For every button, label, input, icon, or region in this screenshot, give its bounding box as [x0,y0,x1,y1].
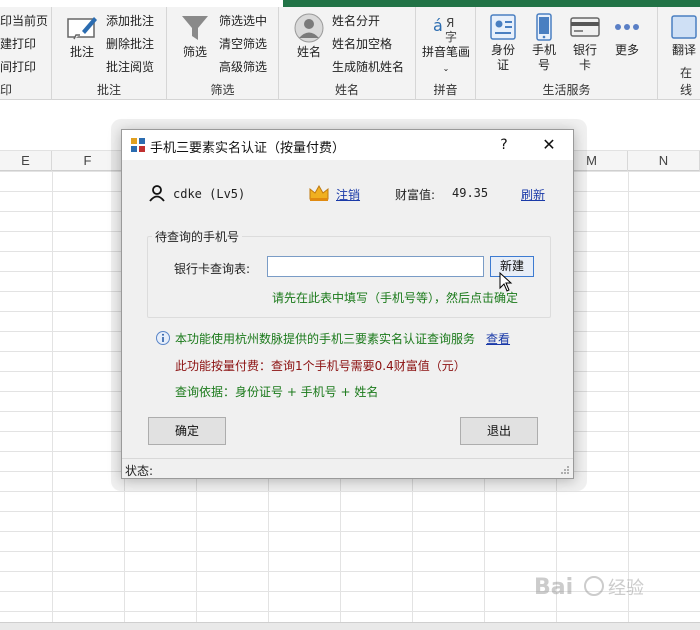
ribbon: 印当前页 建打印 间打印 印 批注 添加批注 删除批注 批注阅览 批注 筛选 筛… [0,7,700,100]
translate-button[interactable]: 翻译 [668,13,700,58]
delete-comment-button[interactable]: 删除批注 [106,36,154,52]
comment-review-button[interactable]: 批注阅览 [106,59,154,75]
funnel-icon [182,16,208,40]
translate-icon [671,15,697,39]
name-button[interactable]: 姓名 [291,13,327,60]
filter-button-label: 筛选 [182,45,207,59]
info-icon [156,331,170,345]
title-strip-green [283,0,700,7]
ribbon-group-name: 姓名 姓名分开 姓名加空格 生成随机姓名 姓名 [279,7,416,100]
ribbon-group-life-label: 生活服务 [542,83,591,97]
groupbox-title: 待查询的手机号 [152,228,243,245]
dialog-titlebar[interactable]: 手机三要素实名认证（按量付费） ? ✕ [122,130,573,160]
more-dots-icon [615,24,639,30]
advanced-filter-button[interactable]: 高级筛选 [219,59,267,75]
wealth-value: 49.35 [452,186,489,200]
print-current-page-button[interactable]: 印当前页 [0,13,48,29]
logout-link[interactable]: 注销 [336,186,360,203]
fee-text: 此功能按量付费：查询1个手机号需要0.4财富值（元） [175,359,466,373]
help-button[interactable]: ? [492,134,516,156]
title-strip [0,0,700,7]
user-icon [149,185,165,202]
pinyin-icon: á Я 字 [433,16,457,43]
add-comment-button[interactable]: 添加批注 [106,13,154,29]
ribbon-group-print-label: 印 [0,83,13,97]
name-add-space-button[interactable]: 姓名加空格 [332,36,392,52]
person-circle-icon [294,13,324,43]
sheet-bottom-bar [0,622,700,630]
ribbon-group-print: 印当前页 建打印 间打印 印 [0,7,52,100]
clear-filter-button[interactable]: 清空筛选 [219,36,267,52]
bank-card-label: 银行卡 [572,43,597,72]
more-label: 更多 [614,43,639,57]
name-button-label: 姓名 [296,45,321,59]
ribbon-group-pinyin: á Я 字 拼音笔画 ⌄ 拼音 [416,7,476,100]
translate-label: 翻译 [671,43,696,57]
status-label: 状态: [125,464,154,478]
dialog-statusbar: 状态: [122,458,573,478]
query-table-label: 银行卡查询表: [174,262,251,276]
filter-button[interactable]: 筛选 [177,13,213,60]
id-card-icon [490,14,516,40]
svg-text:经验: 经验 [608,578,644,599]
mobile-phone-icon [536,13,552,41]
ribbon-group-online-label: 在线 [680,66,693,97]
svg-text:á: á [433,16,443,35]
svg-text:字: 字 [445,29,457,43]
ribbon-group-comment-label: 批注 [96,83,121,97]
app-icon [131,138,145,152]
more-button[interactable]: 更多 [610,13,644,58]
id-card-button[interactable]: 身份证 [486,13,520,73]
exit-button[interactable]: 退出 [460,417,538,445]
user-info-row: cdke (Lv5) 注销 财富值: 49.35 刷新 [122,180,573,206]
svg-text:Я: Я [446,16,454,30]
ribbon-group-name-label: 姓名 [334,83,359,97]
print-build-button[interactable]: 建打印 [0,36,36,52]
comment-pen-icon [67,17,97,40]
comment-button-label: 批注 [69,45,94,59]
query-table-input[interactable] [267,256,484,277]
ribbon-group-filter: 筛选 筛选选中 清空筛选 高级筛选 筛选 [167,7,279,100]
phone-number-label: 手机号 [531,43,556,72]
dropdown-arrow-icon: ⌄ [442,64,450,73]
baidu-watermark-logo: Bai 经验 [534,575,644,600]
pinyin-stroke-label: 拼音笔画 [422,45,471,59]
column-header-n[interactable]: N [628,151,700,171]
dialog-title: 手机三要素实名认证（按量付费） [150,141,346,156]
ribbon-group-pinyin-label: 拼音 [433,83,458,97]
view-link[interactable]: 查看 [486,330,510,347]
user-name: cdke (Lv5) [173,187,246,201]
wealth-label: 财富值: [395,188,436,202]
resize-grip-icon[interactable] [560,465,570,475]
ribbon-group-comment: 批注 添加批注 删除批注 批注阅览 批注 [52,7,167,100]
ribbon-group-online: 翻译 在线 [658,7,700,100]
close-button[interactable]: ✕ [534,134,564,156]
random-name-button[interactable]: 生成随机姓名 [332,59,404,75]
phone-number-button[interactable]: 手机号 [528,13,560,73]
phone-verify-dialog: 手机三要素实名认证（按量付费） ? ✕ cdke (Lv5) 注销 财富值: 4… [121,129,574,479]
print-interval-button[interactable]: 间打印 [0,59,36,75]
split-name-button[interactable]: 姓名分开 [332,13,380,29]
service-info-text: 本功能使用杭州数脉提供的手机三要素实名认证查询服务 [175,332,476,346]
bank-card-button[interactable]: 银行卡 [568,13,602,73]
ok-button[interactable]: 确定 [148,417,226,445]
bank-card-icon [570,17,600,37]
column-header-e[interactable]: E [0,151,52,171]
crown-icon [309,184,329,201]
id-card-label: 身份证 [490,43,515,72]
comment-button[interactable]: 批注 [62,13,102,60]
filter-selected-button[interactable]: 筛选选中 [219,13,267,29]
refresh-link[interactable]: 刷新 [521,186,545,203]
ribbon-group-filter-label: 筛选 [210,83,235,97]
svg-text:Bai: Bai [534,575,573,600]
query-basis-text: 查询依据：身份证号 + 手机号 + 姓名 [175,385,379,399]
pinyin-stroke-button[interactable]: á Я 字 拼音笔画 ⌄ [422,13,470,76]
fill-hint: 请先在此表中填写（手机号等），然后点击确定 [272,291,519,305]
ribbon-group-life: 身份证 手机号 银行卡 更多 生活服务 [476,7,658,100]
